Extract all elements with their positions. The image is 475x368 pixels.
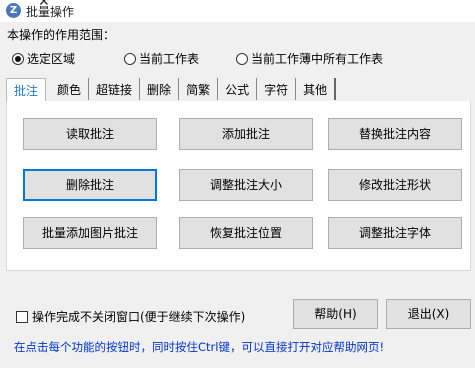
app-logo-icon: Z [6,3,21,18]
radio-button[interactable] [124,52,136,65]
keep-open-checkbox[interactable] [16,310,28,323]
tab-colors[interactable]: 颜色 [50,78,90,100]
close-icon[interactable]: ✕ [38,0,50,10]
keep-open-label: 操作完成不关闭窗口(便于继续下次操作) [32,310,246,324]
radio-current-sheet[interactable]: 当前工作表 [124,50,199,67]
tab-bar: 批注 颜色 超链接 删除 简繁 公式 字符 其他 [6,78,337,101]
restore-comment-position-button[interactable]: 恢复批注位置 [179,217,313,249]
replace-comment-content-button[interactable]: 替换批注内容 [328,118,462,150]
window-title: 批量操作 [26,5,75,19]
tab-comments[interactable]: 批注 [6,78,47,101]
help-button[interactable]: 帮助(H) [293,299,378,329]
radio-selected-range[interactable]: 选定区域 [12,50,75,67]
tab-other[interactable]: 其他 [296,78,337,100]
tab-hyperlinks[interactable]: 超链接 [89,78,141,100]
read-comments-button[interactable]: 读取批注 [23,118,157,150]
tab-simplified-traditional[interactable]: 简繁 [179,78,219,100]
radio-label: 当前工作表 [139,52,200,66]
tab-delete[interactable]: 删除 [140,78,180,100]
resize-comments-button[interactable]: 调整批注大小 [179,169,313,201]
radio-all-sheets[interactable]: 当前工作薄中所有工作表 [236,50,383,67]
exit-button[interactable]: 退出(X) [386,299,471,329]
radio-label: 当前工作薄中所有工作表 [251,52,384,66]
tab-formula[interactable]: 公式 [218,78,258,100]
title-bar: Z 批量操作 ✕ [0,0,475,22]
adjust-comment-font-button[interactable]: 调整批注字体 [328,217,462,249]
change-comment-shape-button[interactable]: 修改批注形状 [328,169,462,201]
keep-open-checkbox-row[interactable]: 操作完成不关闭窗口(便于继续下次操作) [16,308,245,325]
radio-button[interactable] [12,52,24,65]
radio-label: 选定区域 [27,52,76,66]
scope-label: 本操作的作用范围： [7,28,116,42]
batch-add-image-comments-button[interactable]: 批量添加图片批注 [23,217,157,249]
help-hint-text: 在点击每个功能的按钮时，同时按住Ctrl键，可以直接打开对应帮助网页! [14,340,385,354]
add-comments-button[interactable]: 添加批注 [179,118,313,150]
radio-button[interactable] [236,52,248,65]
delete-comments-button[interactable]: 删除批注 [23,169,157,201]
tab-panel-comments: 读取批注 添加批注 替换批注内容 删除批注 调整批注大小 修改批注形状 批量添加… [6,101,471,271]
tab-characters[interactable]: 字符 [257,78,297,100]
